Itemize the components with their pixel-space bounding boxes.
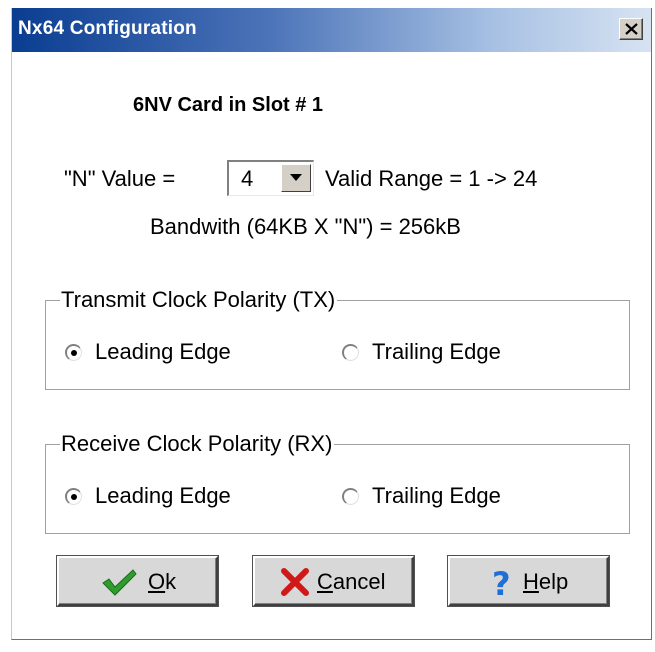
- bandwidth-text: Bandwith (64KB X "N") = 256kB: [150, 214, 461, 239]
- rx-trailing-edge-label: Trailing Edge: [372, 483, 501, 508]
- chevron-down-icon: [290, 174, 302, 181]
- svg-text:?: ?: [492, 568, 511, 598]
- checkmark-icon: [102, 569, 137, 596]
- radio-unchecked-icon: [342, 488, 359, 505]
- n-value-selected: 4: [241, 166, 254, 191]
- card-slot-heading: 6NV Card in Slot # 1: [133, 94, 324, 116]
- close-button[interactable]: [619, 18, 643, 40]
- window-title: Nx64 Configuration: [18, 18, 197, 39]
- question-mark-icon: ?: [492, 568, 511, 598]
- title-bar[interactable]: Nx64 Configuration: [12, 8, 651, 52]
- help-button[interactable]: ? Help: [448, 556, 609, 606]
- tx-trailing-edge-label: Trailing Edge: [372, 339, 501, 364]
- cancel-button-label: Cancel: [317, 569, 386, 594]
- valid-range-text: Valid Range = 1 -> 24: [325, 166, 538, 191]
- transmit-clock-polarity-group: Transmit Clock Polarity (TX) Leading Edg…: [45, 287, 630, 390]
- n-value-dropdown[interactable]: 4: [227, 160, 314, 196]
- dropdown-arrow-button[interactable]: [281, 164, 311, 192]
- tx-leading-edge-label: Leading Edge: [95, 339, 231, 364]
- cancel-button[interactable]: Cancel: [253, 556, 414, 606]
- x-mark-icon: [281, 568, 309, 596]
- receive-clock-polarity-group: Receive Clock Polarity (RX) Leading Edge…: [45, 431, 630, 534]
- ok-button[interactable]: Ok: [57, 556, 218, 606]
- rx-leading-edge-label: Leading Edge: [95, 483, 231, 508]
- radio-checked-icon: [65, 488, 82, 505]
- help-button-label: Help: [523, 569, 569, 594]
- nx64-configuration-dialog: Nx64 Configuration 6NV Card in Slot # 1 …: [11, 8, 652, 640]
- transmit-group-legend: Transmit Clock Polarity (TX): [60, 287, 338, 313]
- close-icon: [625, 23, 638, 35]
- receive-group-legend: Receive Clock Polarity (RX): [60, 431, 335, 457]
- radio-checked-icon: [65, 344, 82, 361]
- n-value-label: "N" Value =: [64, 166, 176, 191]
- radio-unchecked-icon: [342, 344, 359, 361]
- ok-button-label: Ok: [148, 569, 177, 594]
